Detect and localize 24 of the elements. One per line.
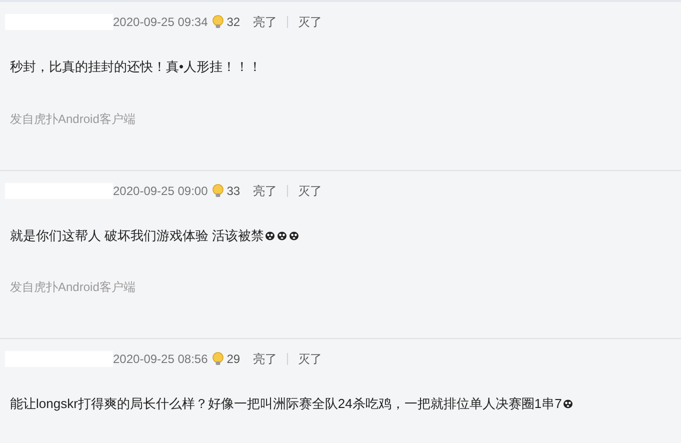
post-body: 就是你们这帮人 破坏我们游戏体验 活该被禁 (10, 226, 264, 244)
like-count: 32 (226, 14, 240, 31)
like-count: 33 (226, 182, 240, 200)
post-time: 2020-09-25 09:00 (113, 182, 208, 200)
dog-face-icon (276, 230, 288, 241)
lightbulb-icon (212, 352, 224, 366)
lightbulb-icon (212, 15, 224, 29)
post-body: 秒封，比真的挂封的还快！真•人形挂！！！ (10, 58, 262, 76)
post-body: 能让longskr打得爽的局长什么样？好像一把叫洲际赛全队24杀吃鸡，一把就排位单人决赛圈1串7 (10, 395, 562, 413)
post-time: 2020-09-25 08:56 (113, 351, 208, 368)
like-count: 29 (226, 351, 240, 368)
dog-face-icon (288, 230, 300, 241)
dislike-link[interactable]: 灭了 (298, 182, 322, 200)
like-link[interactable]: 亮了 (253, 182, 278, 200)
dislike-link[interactable]: 灭了 (298, 13, 322, 31)
post-time: 2020-09-25 09:34 (113, 14, 208, 31)
post-source: 发自虎扑Android客户端 (10, 112, 136, 126)
dog-face-icon (264, 230, 276, 241)
like-link[interactable]: 亮了 (253, 13, 278, 31)
dislike-link[interactable]: 灭了 (298, 350, 322, 368)
post-source: 发自虎扑Android客户端 (10, 280, 136, 294)
lightbulb-icon (212, 184, 224, 198)
dog-face-icon (562, 398, 574, 410)
like-link[interactable]: 亮了 (253, 350, 278, 368)
